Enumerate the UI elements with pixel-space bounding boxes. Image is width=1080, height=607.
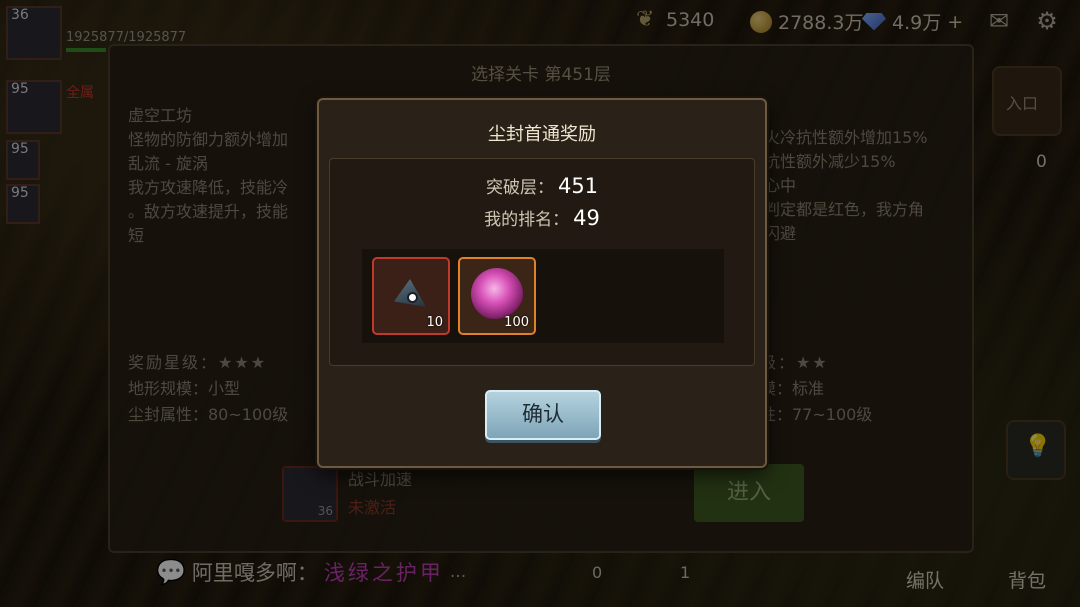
shard-eye-dot — [407, 292, 418, 303]
rank-value: 49 — [573, 206, 600, 230]
reward-item-orb[interactable]: 100 — [458, 257, 536, 335]
floor-value: 451 — [557, 174, 599, 198]
dialog-content: 突破层： 451 我的排名： 49 10 100 — [329, 158, 755, 366]
reward-count: 100 — [504, 315, 529, 330]
floor-label: 突破层： — [485, 178, 554, 198]
floor-row: 突破层： 451 — [330, 173, 754, 198]
dialog-title: 尘封首通奖励 — [488, 124, 596, 145]
reward-item-shard[interactable]: 10 — [372, 257, 450, 335]
reward-list: 10 100 — [362, 249, 724, 343]
confirm-button[interactable]: 确认 — [485, 390, 601, 440]
rank-row: 我的排名： 49 — [330, 205, 754, 230]
first-clear-reward-dialog: 尘封首通奖励 突破层： 451 我的排名： 49 10 100 确认 — [317, 98, 767, 468]
rank-label: 我的排名： — [484, 210, 570, 230]
reward-count: 10 — [426, 315, 443, 330]
magic-orb-icon — [471, 268, 523, 320]
